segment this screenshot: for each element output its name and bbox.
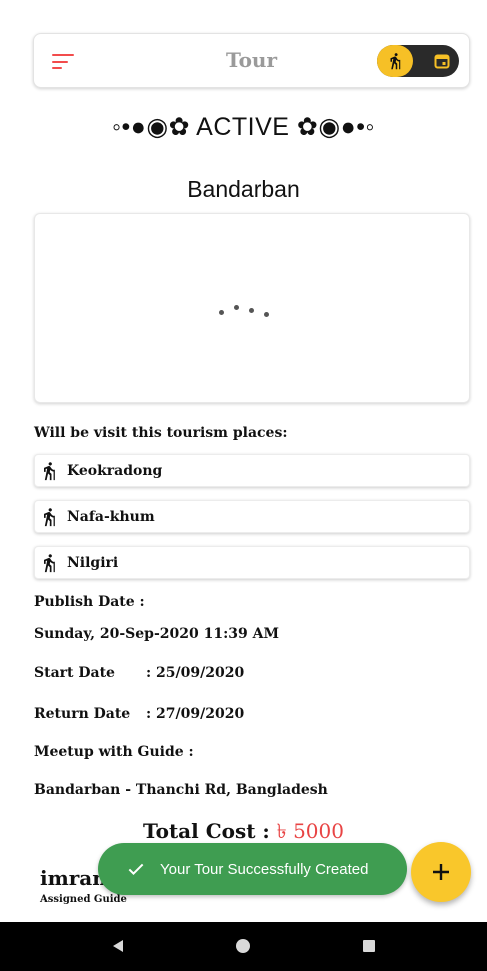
- guide-name: imran: [40, 866, 107, 890]
- place-label: Keokradong: [67, 463, 163, 479]
- back-icon[interactable]: [111, 939, 125, 953]
- place-item[interactable]: Keokradong: [34, 454, 470, 487]
- tour-status: ◦•●◉✿ ACTIVE ✿◉●•◦: [112, 113, 375, 141]
- hiking-icon: [44, 462, 55, 481]
- return-date-label: Return Date: [34, 706, 131, 722]
- home-icon[interactable]: [236, 939, 250, 953]
- start-date-value: : 25/09/2020: [146, 665, 245, 681]
- hiking-icon: [44, 554, 55, 573]
- publish-date-label: Publish Date :: [34, 594, 145, 610]
- loading-dot: [249, 308, 254, 313]
- place-label: Nilgiri: [67, 555, 119, 571]
- place-item[interactable]: Nilgiri: [34, 546, 470, 579]
- start-date-label: Start Date: [34, 665, 115, 681]
- place-item[interactable]: Nafa-khum: [34, 500, 470, 533]
- plus-icon: [433, 864, 449, 880]
- tour-location: Bandarban: [187, 176, 300, 202]
- check-icon: [128, 863, 144, 875]
- recent-apps-icon[interactable]: [363, 940, 375, 952]
- map-card[interactable]: [34, 213, 470, 403]
- add-button[interactable]: [411, 842, 471, 902]
- return-date-value: : 27/09/2020: [146, 706, 245, 722]
- meetup-label: Meetup with Guide :: [34, 744, 194, 760]
- publish-date-value: Sunday, 20-Sep-2020 11:39 AM: [34, 626, 279, 642]
- calendar-icon: [433, 52, 451, 70]
- place-label: Nafa-khum: [67, 509, 155, 525]
- loading-dot: [219, 310, 224, 315]
- loading-dot: [264, 312, 269, 317]
- toast-message: Your Tour Successfully Created: [160, 860, 369, 878]
- guide-role: Assigned Guide: [40, 894, 127, 905]
- places-heading: Will be visit this tourism places:: [34, 425, 288, 441]
- total-cost-amount: ৳ 5000: [276, 819, 344, 843]
- success-toast: Your Tour Successfully Created: [98, 843, 407, 895]
- meetup-location: Bandarban - Thanchi Rd, Bangladesh: [34, 782, 328, 798]
- hiking-icon: [377, 45, 413, 77]
- loading-dot: [234, 305, 239, 310]
- hiking-icon: [44, 508, 55, 527]
- total-cost-label: Total Cost :: [143, 819, 277, 843]
- view-toggle[interactable]: [377, 45, 459, 77]
- system-nav-bar: [0, 922, 487, 971]
- app-bar: Tour: [33, 33, 470, 88]
